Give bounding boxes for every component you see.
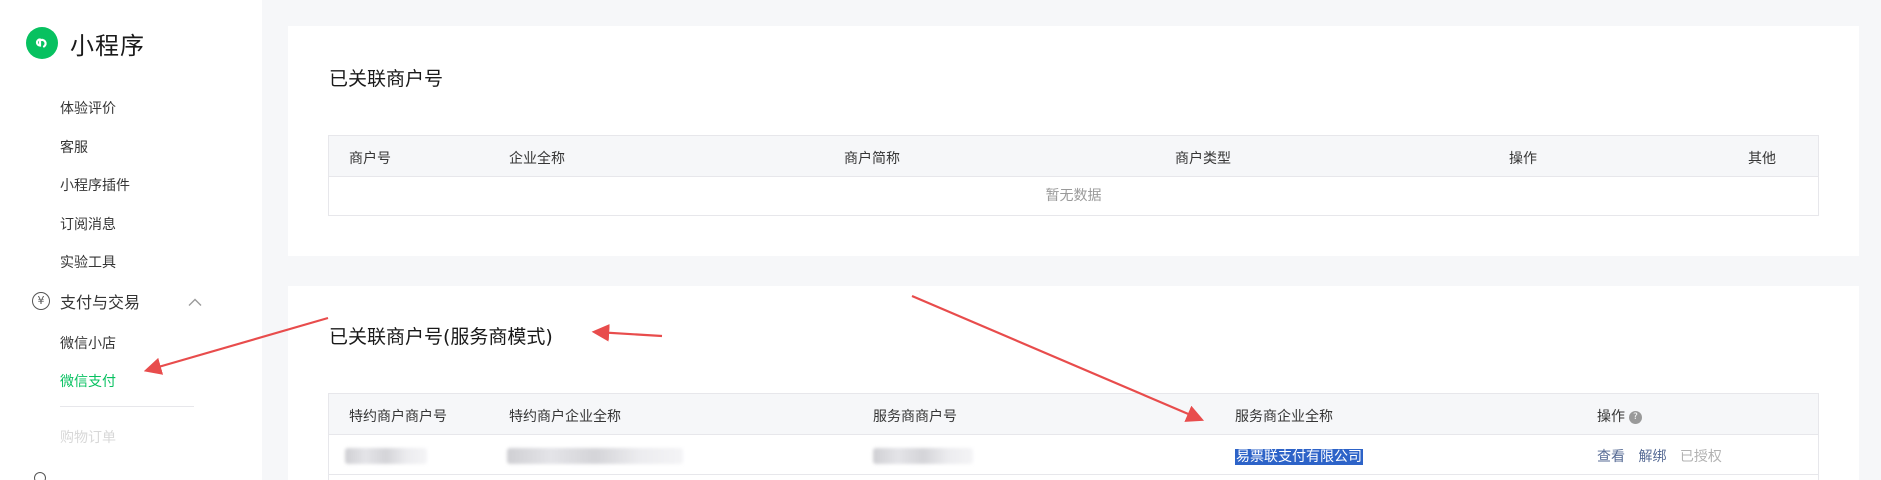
sidebar-item-experience-review[interactable]: 体验评价 xyxy=(60,98,116,118)
provider-company-name: 易票联支付有限公司 xyxy=(1235,449,1363,465)
sidebar-item-wechat-store[interactable]: 微信小店 xyxy=(60,333,116,353)
sidebar-item-subscription-messages[interactable]: 订阅消息 xyxy=(60,214,116,234)
column-header: 其他 xyxy=(1748,151,1776,167)
column-header: 特约商户商户号 xyxy=(349,409,447,425)
sidebar-item-plugins[interactable]: 小程序插件 xyxy=(60,175,130,195)
sidebar-group-label: 支付与交易 xyxy=(60,293,141,312)
sidebar: 小程序 体验评价 客服 小程序插件 订阅消息 实验工具 ¥ 支付与交易 微信小店… xyxy=(0,0,262,480)
sidebar-divider xyxy=(60,406,194,407)
section-title: 已关联商户号(服务商模式) xyxy=(329,326,553,348)
row-actions: 查看 解绑 已授权 xyxy=(1597,446,1722,466)
unbind-link[interactable]: 解绑 xyxy=(1638,449,1666,465)
linked-merchants-section: 已关联商户号 商户号 企业全称 商户简称 商户类型 操作 其他 暂无数据 xyxy=(288,26,1859,256)
column-header: 商户简称 xyxy=(844,151,900,167)
column-header: 特约商户企业全称 xyxy=(509,409,621,425)
chevron-up-icon[interactable] xyxy=(188,292,202,311)
service-provider-merchants-section: 已关联商户号(服务商模式) 特约商户商户号 特约商户企业全称 服务商商户号 服务… xyxy=(288,286,1859,480)
sidebar-item-customer-service[interactable]: 客服 xyxy=(60,137,88,157)
table-header: 商户号 企业全称 商户简称 商户类型 操作 其他 xyxy=(329,136,1818,177)
brand[interactable]: 小程序 xyxy=(26,26,145,60)
authorized-status: 已授权 xyxy=(1679,449,1722,465)
yen-icon: ¥ xyxy=(32,292,50,310)
sidebar-group-payment[interactable]: ¥ 支付与交易 xyxy=(32,289,202,313)
help-icon[interactable]: ? xyxy=(1629,410,1642,424)
sidebar-item-experiment-tools[interactable]: 实验工具 xyxy=(60,252,116,272)
column-header: 商户号 xyxy=(349,151,391,167)
column-header-actions: 操作? xyxy=(1597,406,1642,426)
column-header: 操作 xyxy=(1509,151,1537,167)
section-title: 已关联商户号 xyxy=(329,68,444,90)
table-row: 易票联支付有限公司 查看 解绑 已授权 xyxy=(329,435,1818,475)
sidebar-item-wechat-pay[interactable]: 微信支付 xyxy=(60,371,116,391)
service-provider-table: 特约商户商户号 特约商户企业全称 服务商商户号 服务商企业全称 操作? 易票联支… xyxy=(328,393,1819,480)
brand-name: 小程序 xyxy=(70,31,145,60)
redacted-provider-id xyxy=(873,448,973,464)
column-header: 服务商企业全称 xyxy=(1235,409,1333,425)
redacted-company-name xyxy=(507,448,683,464)
merchants-table: 商户号 企业全称 商户简称 商户类型 操作 其他 暂无数据 xyxy=(328,135,1819,216)
empty-state: 暂无数据 xyxy=(1045,188,1102,204)
column-header: 企业全称 xyxy=(509,151,565,167)
chevron-down-icon[interactable] xyxy=(180,474,192,480)
sidebar-group-icon xyxy=(34,472,46,480)
column-header: 商户类型 xyxy=(1175,151,1231,167)
sidebar-item-shopping-orders[interactable]: 购物订单 xyxy=(60,427,116,447)
view-link[interactable]: 查看 xyxy=(1597,449,1625,465)
mini-program-logo-icon xyxy=(26,27,58,59)
column-header-label: 操作 xyxy=(1597,409,1625,425)
redacted-merchant-id xyxy=(345,448,427,464)
table-header: 特约商户商户号 特约商户企业全称 服务商商户号 服务商企业全称 操作? xyxy=(329,394,1818,435)
column-header: 服务商商户号 xyxy=(873,409,957,425)
